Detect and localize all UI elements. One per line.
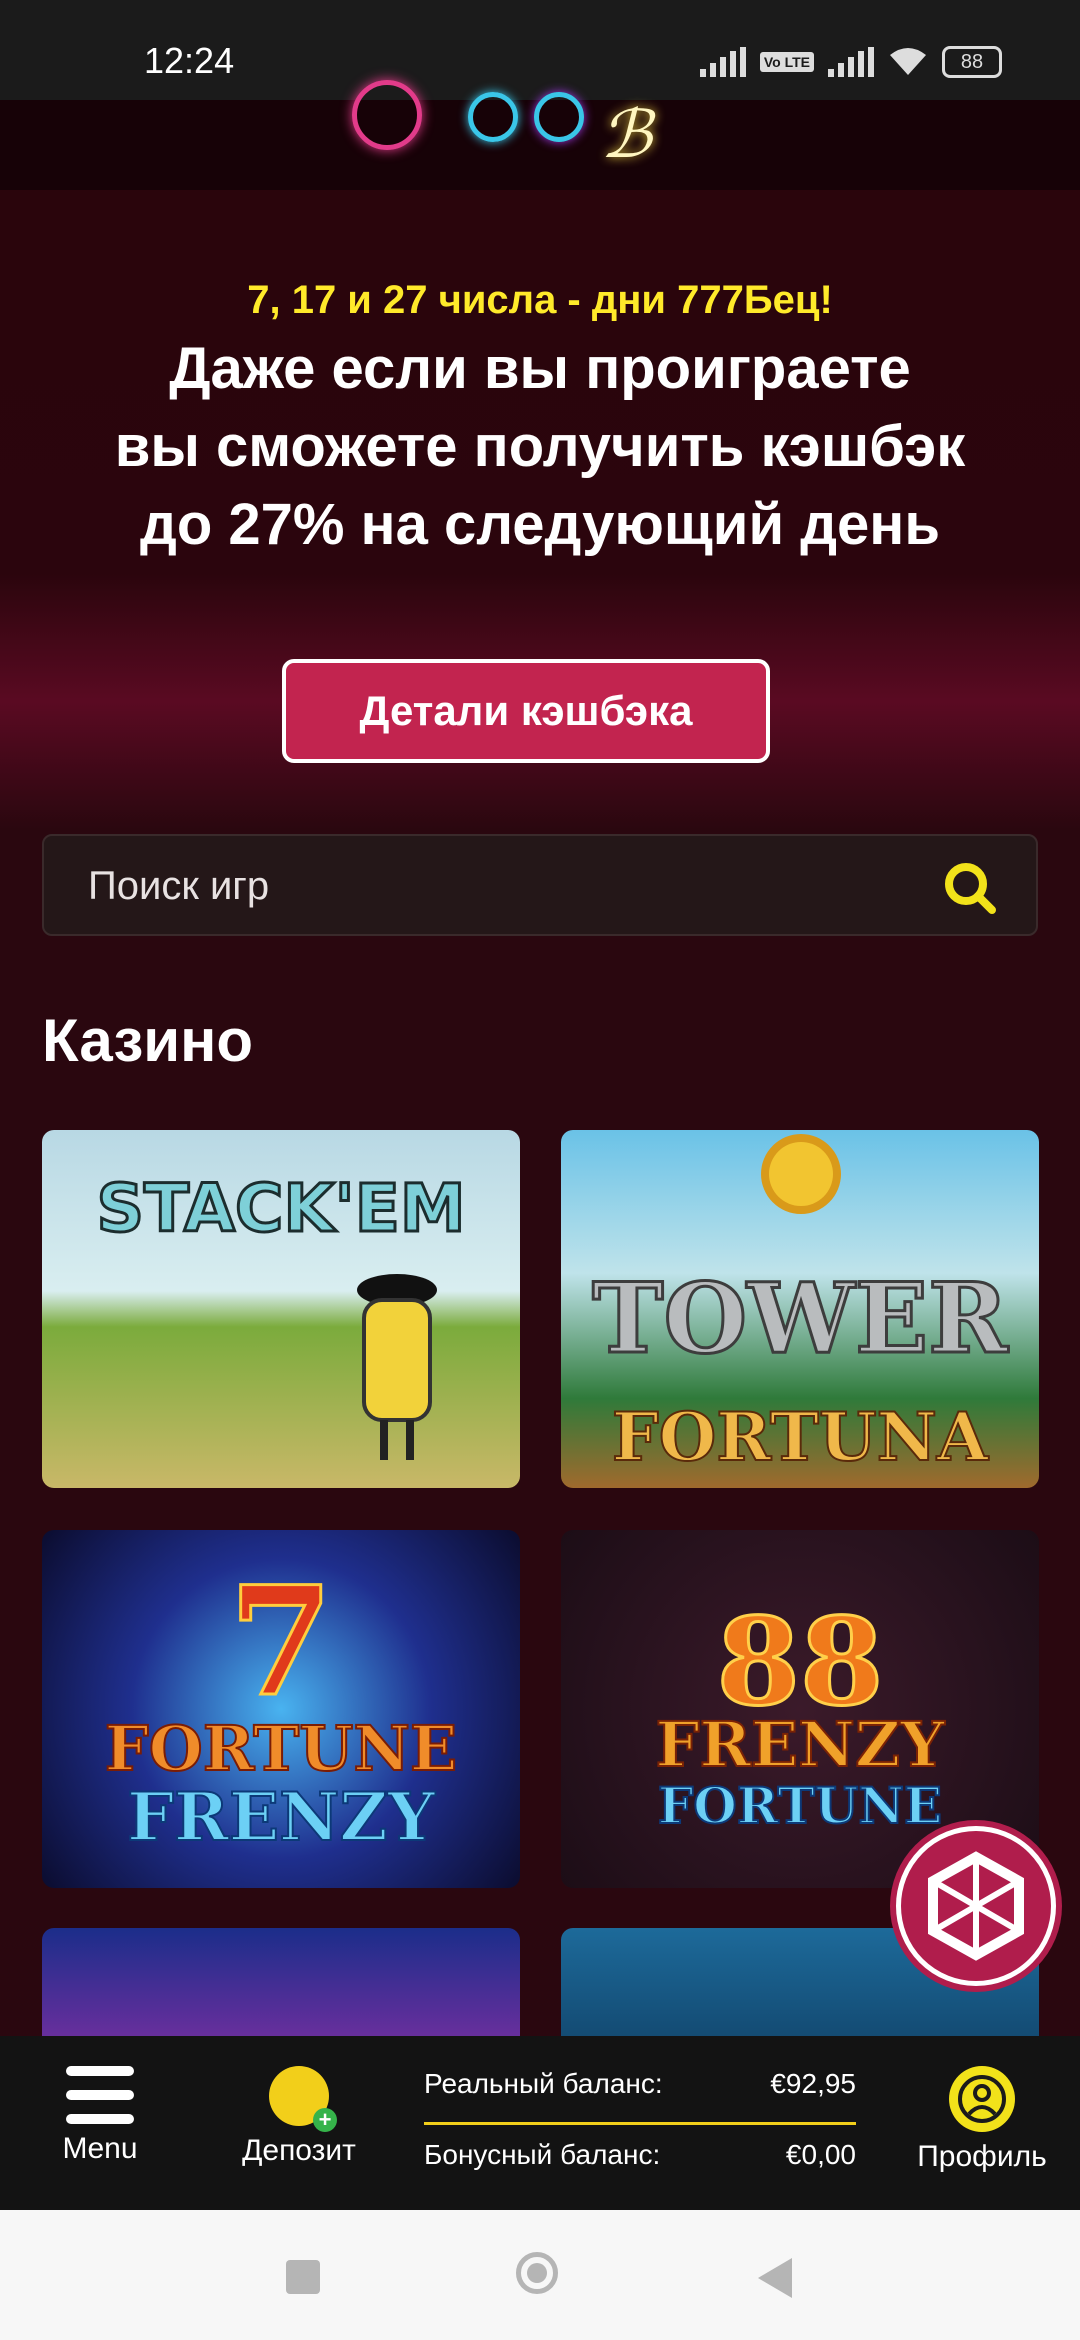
real-balance-value: €92,95 <box>770 2068 856 2099</box>
deposit-label: Депозит <box>242 2134 356 2167</box>
status-icons: Vo LTE 88 <box>699 46 1002 78</box>
volte-icon: Vo LTE <box>759 52 814 72</box>
promo-headline: Даже если вы проиграете вы сможете получ… <box>40 330 1040 564</box>
deposit-button[interactable]: + Депозит <box>224 2066 374 2168</box>
brand-cube-icon <box>928 1851 1024 1961</box>
game-tile-tower-of-fortuna[interactable]: TOWER FORTUNA <box>561 1130 1039 1488</box>
profile-label: Профиль <box>917 2140 1047 2173</box>
real-balance-label: Реальный баланс: <box>424 2068 663 2099</box>
home-icon[interactable] <box>516 2252 558 2294</box>
game-subtitle: FRENZY <box>126 1777 436 1857</box>
battery-icon: 88 <box>942 46 1002 78</box>
balance-panel: Реальный баланс: €92,95 Бонусный баланс:… <box>424 2068 856 2183</box>
hamburger-icon <box>40 2066 160 2124</box>
game-tile-partial[interactable] <box>42 1928 520 2040</box>
game-title: FRENZY <box>655 1707 946 1782</box>
game-title: STACK'EM <box>95 1169 467 1249</box>
floating-chat-button[interactable] <box>896 1826 1056 1986</box>
promo-banner: 7, 17 и 27 числа - дни 777Бец! Даже если… <box>0 190 1080 830</box>
bottom-navigation: Menu + Депозит Реальный баланс: €92,95 Б… <box>0 2036 1080 2210</box>
mascot-icon <box>357 1274 437 1460</box>
game-title: FORTUNE <box>104 1711 459 1786</box>
sun-icon <box>769 1142 833 1206</box>
logo-ring-icon <box>468 92 518 142</box>
back-icon[interactable] <box>758 2258 792 2298</box>
status-time: 12:24 <box>144 40 235 81</box>
system-navigation-bar <box>0 2210 1080 2340</box>
bonus-balance-value: €0,00 <box>785 2139 856 2170</box>
plus-icon: + <box>313 2108 337 2132</box>
signal-icon-2 <box>828 47 874 77</box>
logo-ring-icon <box>352 80 422 150</box>
game-search-input[interactable]: Поиск игр <box>42 834 1038 936</box>
search-placeholder: Поиск игр <box>88 864 270 908</box>
game-tile-fortune-frenzy[interactable]: 7 FORTUNE FRENZY <box>42 1530 520 1888</box>
user-icon <box>949 2066 1015 2132</box>
bonus-balance-label: Бонусный баланс: <box>424 2139 661 2170</box>
site-logo[interactable]: ℬ <box>0 80 1080 190</box>
game-title: TOWER <box>591 1261 1010 1377</box>
logo-ring-icon <box>534 92 584 142</box>
promo-headline-line: Даже если вы проиграете <box>169 336 911 401</box>
promo-subtitle: 7, 17 и 27 числа - дни 777Бец! <box>247 278 833 322</box>
status-bar: 12:24 Vo LTE 88 <box>0 0 1080 100</box>
real-balance-row: Реальный баланс: €92,95 <box>424 2068 856 2125</box>
wifi-icon <box>890 48 926 75</box>
coin-icon: + <box>269 2066 337 2132</box>
section-title: Казино <box>42 1007 254 1074</box>
menu-label: Menu <box>62 2132 138 2165</box>
logo-script-icon: ℬ <box>600 96 652 173</box>
game-subtitle: FORTUNA <box>611 1397 989 1477</box>
menu-button[interactable]: Menu <box>40 2066 160 2166</box>
promo-headline-line: до 27% на следующий день <box>140 492 940 557</box>
signal-icon <box>699 47 746 77</box>
game-title-number: 7 <box>227 1553 334 1732</box>
bonus-balance-row: Бонусный баланс: €0,00 <box>424 2139 856 2183</box>
promo-headline-line: вы сможете получить кэшбэк <box>114 414 966 479</box>
game-tile-stackem[interactable]: STACK'EM <box>42 1130 520 1488</box>
recent-apps-icon[interactable] <box>286 2260 320 2294</box>
search-icon[interactable] <box>942 860 998 916</box>
cashback-details-button[interactable]: Детали кэшбэка <box>282 659 770 763</box>
profile-button[interactable]: Профиль <box>912 2066 1052 2174</box>
